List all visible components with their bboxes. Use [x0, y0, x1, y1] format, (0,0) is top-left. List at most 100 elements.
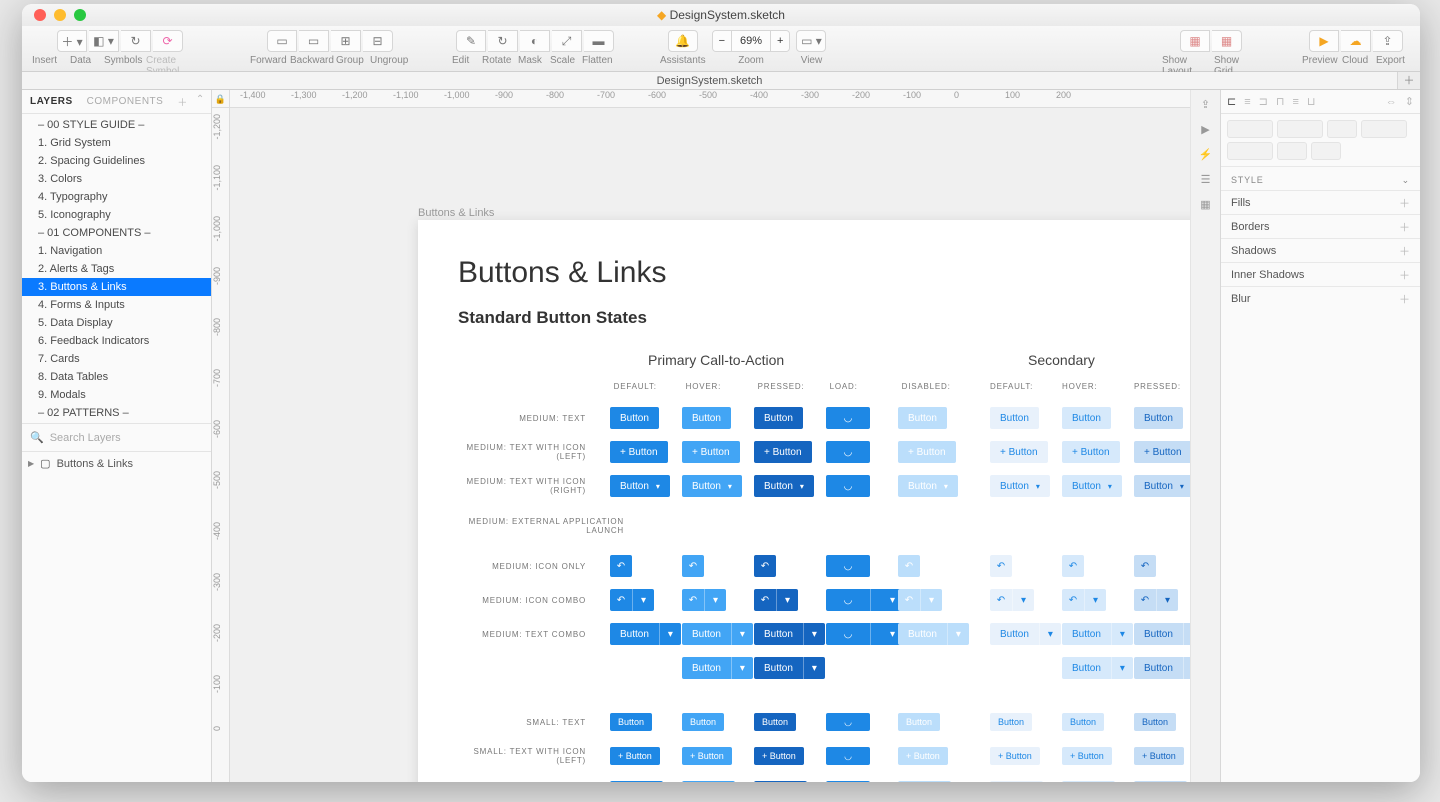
page-item[interactable]: 1. Grid System — [22, 134, 211, 152]
page-item[interactable]: 5. Data Display — [22, 314, 211, 332]
sample-button: + Button — [898, 441, 956, 463]
show-grid-button[interactable]: ▦ — [1212, 30, 1242, 52]
borders-section[interactable]: Borders＋ — [1221, 214, 1420, 238]
inner-shadows-section[interactable]: Inner Shadows＋ — [1221, 262, 1420, 286]
artboard[interactable]: Buttons & Links Standard Button States P… — [418, 220, 1190, 782]
components-tab[interactable]: COMPONENTS — [87, 96, 164, 107]
sample-button: + Button — [754, 441, 812, 463]
flatten-button[interactable]: ▬ — [584, 30, 614, 52]
sample-button: ▾ — [704, 589, 726, 611]
lock-field[interactable] — [1327, 120, 1357, 138]
backward-button[interactable]: ▭ — [299, 30, 329, 52]
sample-button: Button — [754, 781, 807, 782]
shadows-section[interactable]: Shadows＋ — [1221, 238, 1420, 262]
sample-button: ↶ — [1062, 555, 1084, 577]
sample-button: ▾ — [1156, 589, 1178, 611]
sample-button: ▾ — [1012, 589, 1034, 611]
artboard-label[interactable]: Buttons & Links — [418, 207, 494, 219]
rail-prototype-icon[interactable]: ⚡ — [1199, 148, 1213, 161]
forward-button[interactable]: ▭ — [267, 30, 297, 52]
page-menu-icon[interactable]: ⌃ — [196, 94, 205, 109]
page-item[interactable]: 3. Colors — [22, 170, 211, 188]
sample-button: Button — [1062, 623, 1111, 645]
zoom-in-button[interactable]: + — [771, 31, 789, 51]
sample-button: Button — [1134, 475, 1190, 497]
group-secondary-header: Secondary — [1028, 352, 1095, 368]
edit-button[interactable]: ✎ — [456, 30, 486, 52]
rail-share-icon[interactable]: ⇪ — [1201, 98, 1210, 111]
rail-list-icon[interactable]: ☰ — [1201, 173, 1211, 186]
assistants-button[interactable]: 🔔 — [668, 30, 698, 52]
sample-button: ▾ — [803, 623, 825, 645]
row-label: MEDIUM: TEXT WITH ICON (LEFT) — [458, 443, 610, 461]
page-item[interactable]: 6. Feedback Indicators — [22, 332, 211, 350]
pages-list[interactable]: – 00 STYLE GUIDE –1. Grid System2. Spaci… — [22, 114, 211, 423]
blur-section[interactable]: Blur＋ — [1221, 286, 1420, 310]
sample-button: + Button — [1134, 441, 1190, 463]
page-item[interactable]: 3. Buttons & Links — [22, 278, 211, 296]
page-item[interactable]: 1. Navigation — [22, 242, 211, 260]
search-icon: 🔍 — [30, 431, 44, 444]
w-field[interactable] — [1361, 120, 1407, 138]
sample-button: Button — [1134, 657, 1183, 679]
sample-button: Button — [1062, 713, 1104, 731]
flip-h-icon[interactable] — [1277, 142, 1307, 160]
page-item[interactable]: 4. Forms & Inputs — [22, 296, 211, 314]
zoom-value[interactable]: 69% — [731, 31, 771, 51]
sample-button: ▾ — [632, 589, 654, 611]
insert-button[interactable]: ＋ ▾ — [57, 30, 87, 52]
export-button[interactable]: ⇪ — [1373, 30, 1403, 52]
page-item[interactable]: 4. Typography — [22, 188, 211, 206]
rotate-button[interactable]: ↻ — [488, 30, 518, 52]
rail-components-icon[interactable]: ▦ — [1200, 198, 1210, 211]
add-page-icon[interactable]: ＋ — [177, 94, 188, 109]
layer-artboard-item[interactable]: ▶ ▢ Buttons & Links — [22, 451, 211, 475]
sample-button: ▾ — [776, 589, 798, 611]
document-tab[interactable]: DesignSystem.sketch — [22, 72, 1398, 89]
add-shadow-icon: ＋ — [1399, 243, 1410, 259]
group-button[interactable]: ⊞ — [331, 30, 361, 52]
page-item[interactable]: – 01 COMPONENTS – — [22, 224, 211, 242]
data-button[interactable]: ◧ ▾ — [89, 30, 119, 52]
button-row: SMALL: TEXT ButtonButtonButton◡Button Bu… — [458, 705, 1190, 739]
layers-tab[interactable]: LAYERS — [30, 96, 73, 107]
button-row: MEDIUM: TEXT WITH ICON (LEFT) + Button + … — [458, 435, 1190, 469]
sample-button: ◡ — [826, 441, 870, 463]
rail-play-icon[interactable]: ▶ — [1201, 123, 1209, 136]
sample-button: ◡ — [826, 555, 870, 577]
sample-button: Button — [898, 713, 940, 731]
symbols-button[interactable]: ↻ — [121, 30, 151, 52]
h-field[interactable] — [1227, 142, 1273, 160]
page-item[interactable]: – 02 PATTERNS – — [22, 404, 211, 422]
y-field[interactable] — [1277, 120, 1323, 138]
fills-section[interactable]: Fills＋ — [1221, 190, 1420, 214]
preview-button[interactable]: ▶ — [1309, 30, 1339, 52]
page-item[interactable]: 2. Spacing Guidelines — [22, 152, 211, 170]
page-item[interactable]: – 00 STYLE GUIDE – — [22, 116, 211, 134]
ungroup-button[interactable]: ⊟ — [363, 30, 393, 52]
flip-v-icon[interactable] — [1311, 142, 1341, 160]
add-tab-button[interactable]: ＋ — [1398, 72, 1420, 89]
page-item[interactable]: 9. Modals — [22, 386, 211, 404]
cloud-button[interactable]: ☁ — [1341, 30, 1371, 52]
zoom-out-button[interactable]: − — [713, 31, 731, 51]
zoom-control[interactable]: − 69% + — [712, 30, 791, 52]
page-item[interactable]: 8. Data Tables — [22, 368, 211, 386]
sample-button: ◡ — [826, 781, 870, 782]
search-layers[interactable]: 🔍 Search Layers — [22, 423, 211, 451]
ruler-lock-icon[interactable]: 🔒 — [212, 90, 230, 107]
sample-button: Button — [610, 475, 670, 497]
sample-button: Button — [1062, 407, 1111, 429]
canvas[interactable]: Buttons & Links Buttons & Links Standard… — [230, 108, 1190, 782]
page-item[interactable]: 5. Iconography — [22, 206, 211, 224]
show-layout-button[interactable]: ▦ — [1180, 30, 1210, 52]
scale-button[interactable]: ⤢ — [552, 30, 582, 52]
disclosure-icon[interactable]: ▶ — [28, 459, 34, 468]
create-symbol-button[interactable]: ⟳ — [153, 30, 183, 52]
sample-button: Button — [1134, 407, 1183, 429]
page-item[interactable]: 7. Cards — [22, 350, 211, 368]
page-item[interactable]: 2. Alerts & Tags — [22, 260, 211, 278]
x-field[interactable] — [1227, 120, 1273, 138]
view-button[interactable]: ▭ ▾ — [796, 30, 826, 52]
mask-button[interactable]: ◐ — [520, 30, 550, 52]
